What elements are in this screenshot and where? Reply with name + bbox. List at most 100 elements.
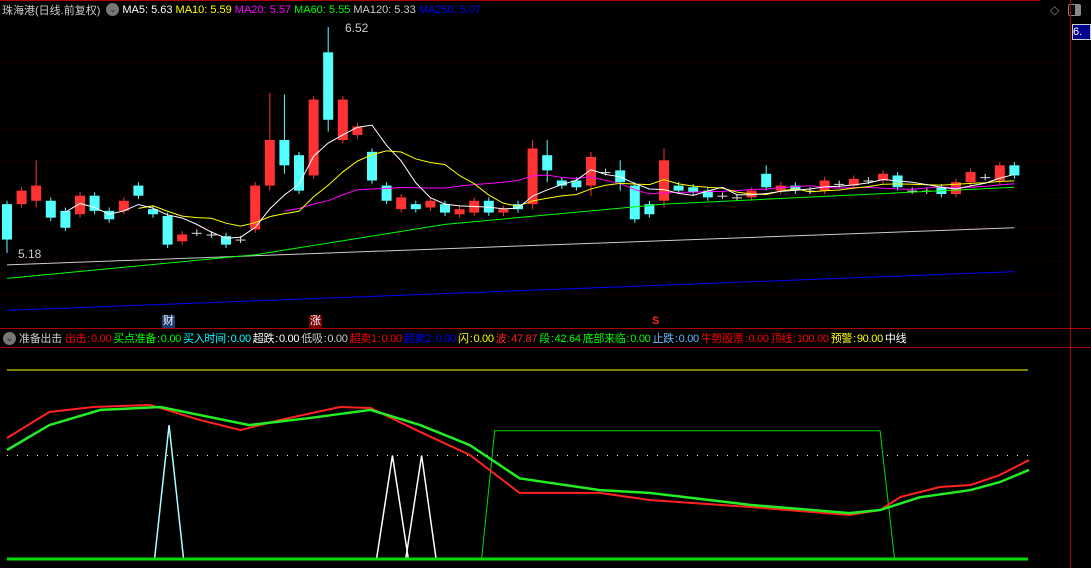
low-price-label: 5.18 (18, 247, 42, 261)
indicator-label: 超卖1 (349, 333, 378, 345)
marker-zhang[interactable]: 涨 (309, 315, 322, 328)
indicator-colon: : (626, 333, 630, 345)
indicator-label: 出击 (64, 333, 87, 345)
indicator-colon: : (275, 333, 278, 345)
chevron-down-icon[interactable]: ⌄ (106, 3, 120, 16)
candle-flat (863, 180, 874, 182)
indicator-header: ⌄ 准备出击 出击:0.00 买点准备:0.00 买入时间:0.00 超跌:0.00 低… (0, 328, 1091, 348)
candle-down (162, 215, 173, 245)
indicator-label: 顶线 (770, 333, 793, 345)
candle-flat (980, 177, 991, 179)
candle-down (294, 155, 304, 191)
indicator-colon: : (674, 333, 678, 345)
indicator-value: 0.00 (278, 333, 300, 345)
indicator-item: 闪:0.00 (458, 330, 495, 346)
candle-up (396, 197, 407, 210)
indicator-label: 预警 (830, 333, 853, 345)
indicator-value: 0.00 (90, 333, 112, 345)
indicator-chart[interactable] (0, 350, 1070, 568)
indicator-item: 顶线:100.00 (771, 330, 830, 346)
indicator-item: 预警:90.00 (831, 330, 884, 346)
indicator-label: 中线 (884, 333, 907, 345)
ma-label: MA250: 5.07 (418, 3, 482, 16)
indicator-label: 止跌 (652, 333, 674, 345)
ma250-line (6, 271, 1015, 311)
candle-down (45, 200, 56, 218)
spike-signal (375, 455, 410, 561)
candle-up (352, 126, 363, 135)
candle-down (60, 210, 71, 228)
indicator-colon: : (157, 333, 160, 345)
candle-down (133, 185, 144, 196)
indicator-colon: : (87, 333, 90, 345)
bottom-signal-line (481, 430, 896, 561)
candle-down (673, 185, 684, 191)
indicator-value: 0.00 (381, 333, 403, 345)
indicator-label: 波 (495, 333, 507, 345)
ma-label: MA20: 5.57 (234, 3, 292, 16)
indicator-item: 超卖2:0.00 (404, 330, 457, 346)
candle-down (2, 204, 12, 240)
indicator-label: 段 (539, 333, 550, 345)
indicator-colon: : (550, 333, 554, 345)
indicator-item: 底部来临:0.00 (583, 330, 652, 346)
candle-flat (206, 234, 217, 236)
ma-label: MA5: 5.63 (122, 3, 173, 16)
candle-up (308, 99, 319, 176)
candle-flat (834, 183, 845, 185)
candle-flat (235, 239, 246, 241)
indicator-value: 0.00 (473, 333, 494, 345)
candle-up (337, 99, 348, 141)
ma-label: MA120: 5.33 (353, 3, 416, 16)
chevron-down-icon[interactable]: ⌄ (3, 331, 16, 345)
indicator-label: 牛势股票 (700, 333, 744, 345)
candle-down (279, 140, 290, 166)
marker-s[interactable]: S (651, 315, 660, 328)
candle-up (177, 234, 188, 242)
indicator-value: 0.00 (748, 333, 769, 345)
indicator-item: 出击:0.00 (65, 330, 112, 346)
marker-cai[interactable]: 财 (162, 315, 175, 328)
indicator-item: 段:42.64 (539, 330, 582, 346)
indicator-values: 出击:0.00 买点准备:0.00 买入时间:0.00 超跌:0.00 低吸:0.00 超… (65, 330, 910, 346)
stock-title: 珠海港(日线.前复权) (2, 4, 101, 17)
candle-down (323, 52, 334, 120)
indicator-item: 低吸:0.00 (301, 330, 348, 346)
indicator-item: 牛势股票:0.00 (701, 330, 770, 346)
bo-line (6, 403, 1030, 516)
indicator-label: 买入时间 (183, 333, 226, 345)
candle-up (264, 140, 275, 186)
candle-up (16, 190, 27, 205)
candle-down (1009, 165, 1020, 176)
candle-flat (907, 190, 918, 192)
indicator-label: 超跌 (252, 333, 275, 345)
diamond-icon[interactable]: ◇ (1050, 3, 1059, 17)
candle-flat (717, 195, 728, 197)
indicator-value: 0.00 (160, 333, 182, 345)
candlestick-chart[interactable]: 6.52 5.18 (0, 18, 1070, 328)
indicator-label: 超卖2 (403, 333, 432, 345)
indicator-name: 准备出击 (19, 333, 62, 345)
indicator-value: 47.87 (511, 333, 538, 345)
candle-down (410, 204, 421, 210)
indicator-colon: : (853, 333, 856, 345)
candle-up (425, 200, 436, 208)
candle-up (454, 209, 465, 215)
current-price-box: 6. (1072, 24, 1091, 40)
candle-down (221, 236, 231, 245)
candle-flat (191, 232, 202, 234)
ma-label: MA60: 5.55 (294, 3, 351, 16)
indicator-colon: : (377, 333, 381, 345)
candle-down (542, 155, 553, 171)
indicator-label: 低吸 (301, 333, 323, 345)
indicator-label: 买点准备 (113, 333, 157, 345)
duan-line (6, 405, 1030, 515)
indicator-colon: : (323, 333, 327, 345)
indicator-value: 100.00 (796, 333, 829, 345)
indicator-label: 底部来临 (582, 333, 626, 345)
ma-legend: MA5: 5.63 MA10: 5.59 MA20: 5.57 MA60: 5.55 M… (122, 4, 484, 16)
spike-signal (404, 455, 437, 561)
ma60-line (6, 186, 1015, 279)
ma-label: MA10: 5.59 (175, 3, 232, 16)
indicator-item: 买入时间:0.00 (183, 330, 252, 346)
